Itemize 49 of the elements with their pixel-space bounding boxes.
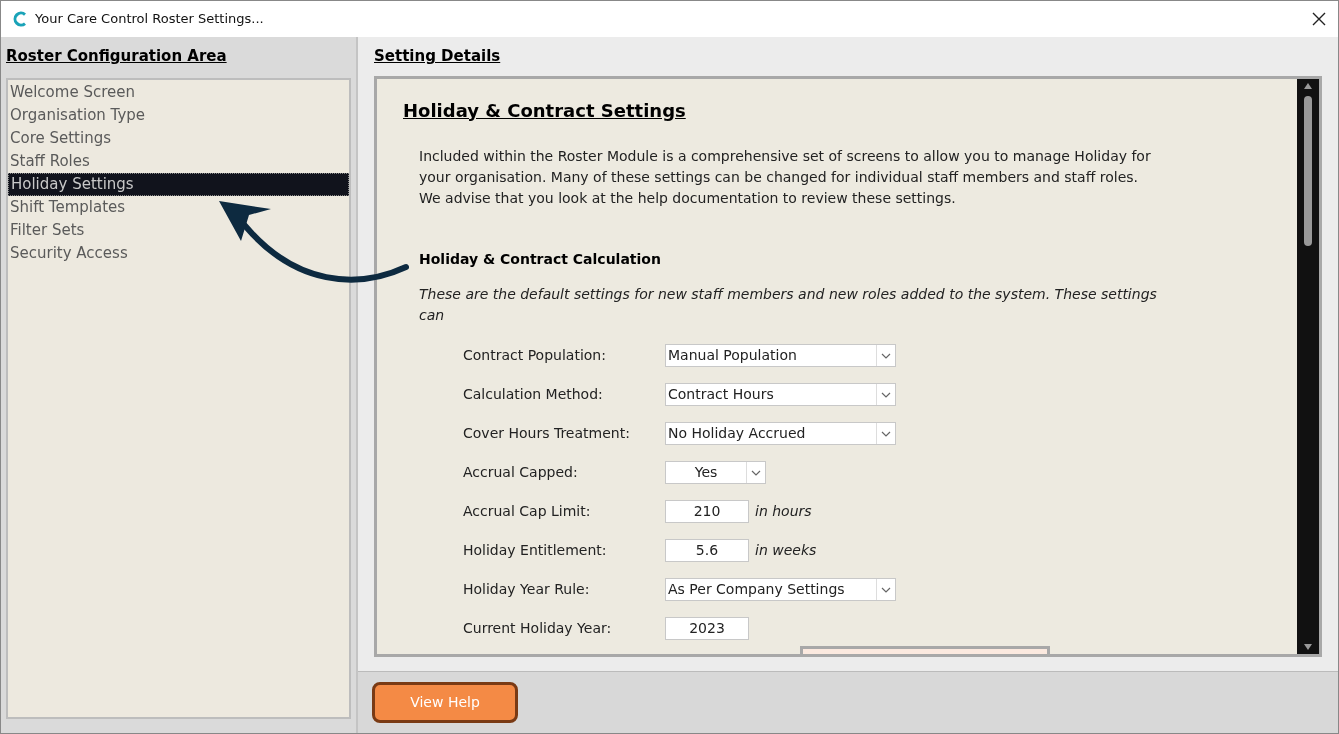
- sidebar-item[interactable]: Organisation Type: [8, 103, 349, 127]
- dropdown-value: Yes: [693, 463, 719, 482]
- dropdown[interactable]: Yes: [665, 461, 766, 484]
- dropdown-value: Manual Population: [667, 346, 798, 365]
- close-icon[interactable]: [1312, 12, 1326, 26]
- unit-label: in hours: [755, 502, 812, 521]
- dropdown-value: As Per Company Settings: [667, 580, 846, 599]
- details-heading: Setting Details: [374, 46, 502, 67]
- chevron-down-icon: [881, 586, 891, 593]
- scroll-up-icon[interactable]: [1303, 81, 1313, 90]
- app-logo-icon: [13, 11, 27, 27]
- intro-paragraph: Included within the Roster Module is a comprehensive set of screens to allow you to manage Holiday for your organisation. Many of these settings can be changed for individual staff members and staff roles. We advise that you look at the help documentation to review these settings.: [419, 146, 1152, 208]
- dropdown-value: Contract Hours: [667, 385, 775, 404]
- field-label: Holiday Entitlement:: [463, 541, 608, 560]
- input-field[interactable]: 5.6: [665, 539, 749, 562]
- field-label: Accrual Cap Limit:: [463, 502, 592, 521]
- field-label: Current Holiday Year:: [463, 619, 613, 638]
- field-label: Contract Population:: [463, 346, 607, 365]
- chevron-down-icon: [881, 352, 891, 359]
- sidebar-item[interactable]: Holiday Settings: [8, 172, 349, 196]
- section-title: Holiday & Contract Settings: [403, 98, 687, 123]
- dropdown[interactable]: As Per Company Settings: [665, 578, 896, 601]
- chevron-down-icon: [751, 469, 761, 476]
- sidebar-item[interactable]: Security Access: [8, 241, 349, 265]
- dropdown[interactable]: Manual Population: [665, 344, 896, 367]
- chevron-down-icon: [881, 430, 891, 437]
- scrollbar[interactable]: [1297, 78, 1319, 654]
- dropdown[interactable]: Contract Hours: [665, 383, 896, 406]
- sidebar-item[interactable]: Staff Roles: [8, 149, 349, 173]
- field-label: Cover Hours Treatment:: [463, 424, 631, 443]
- section-note: These are the default settings for new staff members and new roles added to the system. These settings can: [419, 284, 1158, 325]
- field-label: Calculation Method:: [463, 385, 604, 404]
- sidebar-item[interactable]: Core Settings: [8, 126, 349, 150]
- unit-label: in weeks: [755, 541, 817, 560]
- field-label: Holiday Year Rule:: [463, 580, 591, 599]
- input-field[interactable]: 2023: [665, 617, 749, 640]
- dropdown[interactable]: No Holiday Accrued: [665, 422, 896, 445]
- subsection-title: Holiday & Contract Calculation: [419, 249, 662, 269]
- input-field[interactable]: 210: [665, 500, 749, 523]
- scroll-down-icon[interactable]: [1303, 643, 1313, 651]
- sidebar-item[interactable]: Welcome Screen: [8, 80, 349, 104]
- field-label: Accrual Capped:: [463, 463, 579, 482]
- chevron-down-icon: [881, 391, 891, 398]
- scroll-thumb[interactable]: [1304, 95, 1312, 246]
- sidebar-item[interactable]: Shift Templates: [8, 195, 349, 219]
- dropdown-value: No Holiday Accrued: [667, 424, 807, 443]
- sidebar-item[interactable]: Filter Sets: [8, 218, 349, 242]
- sidebar-heading: Roster Configuration Area: [6, 46, 228, 67]
- window-title: Your Care Control Roster Settings...: [35, 10, 265, 29]
